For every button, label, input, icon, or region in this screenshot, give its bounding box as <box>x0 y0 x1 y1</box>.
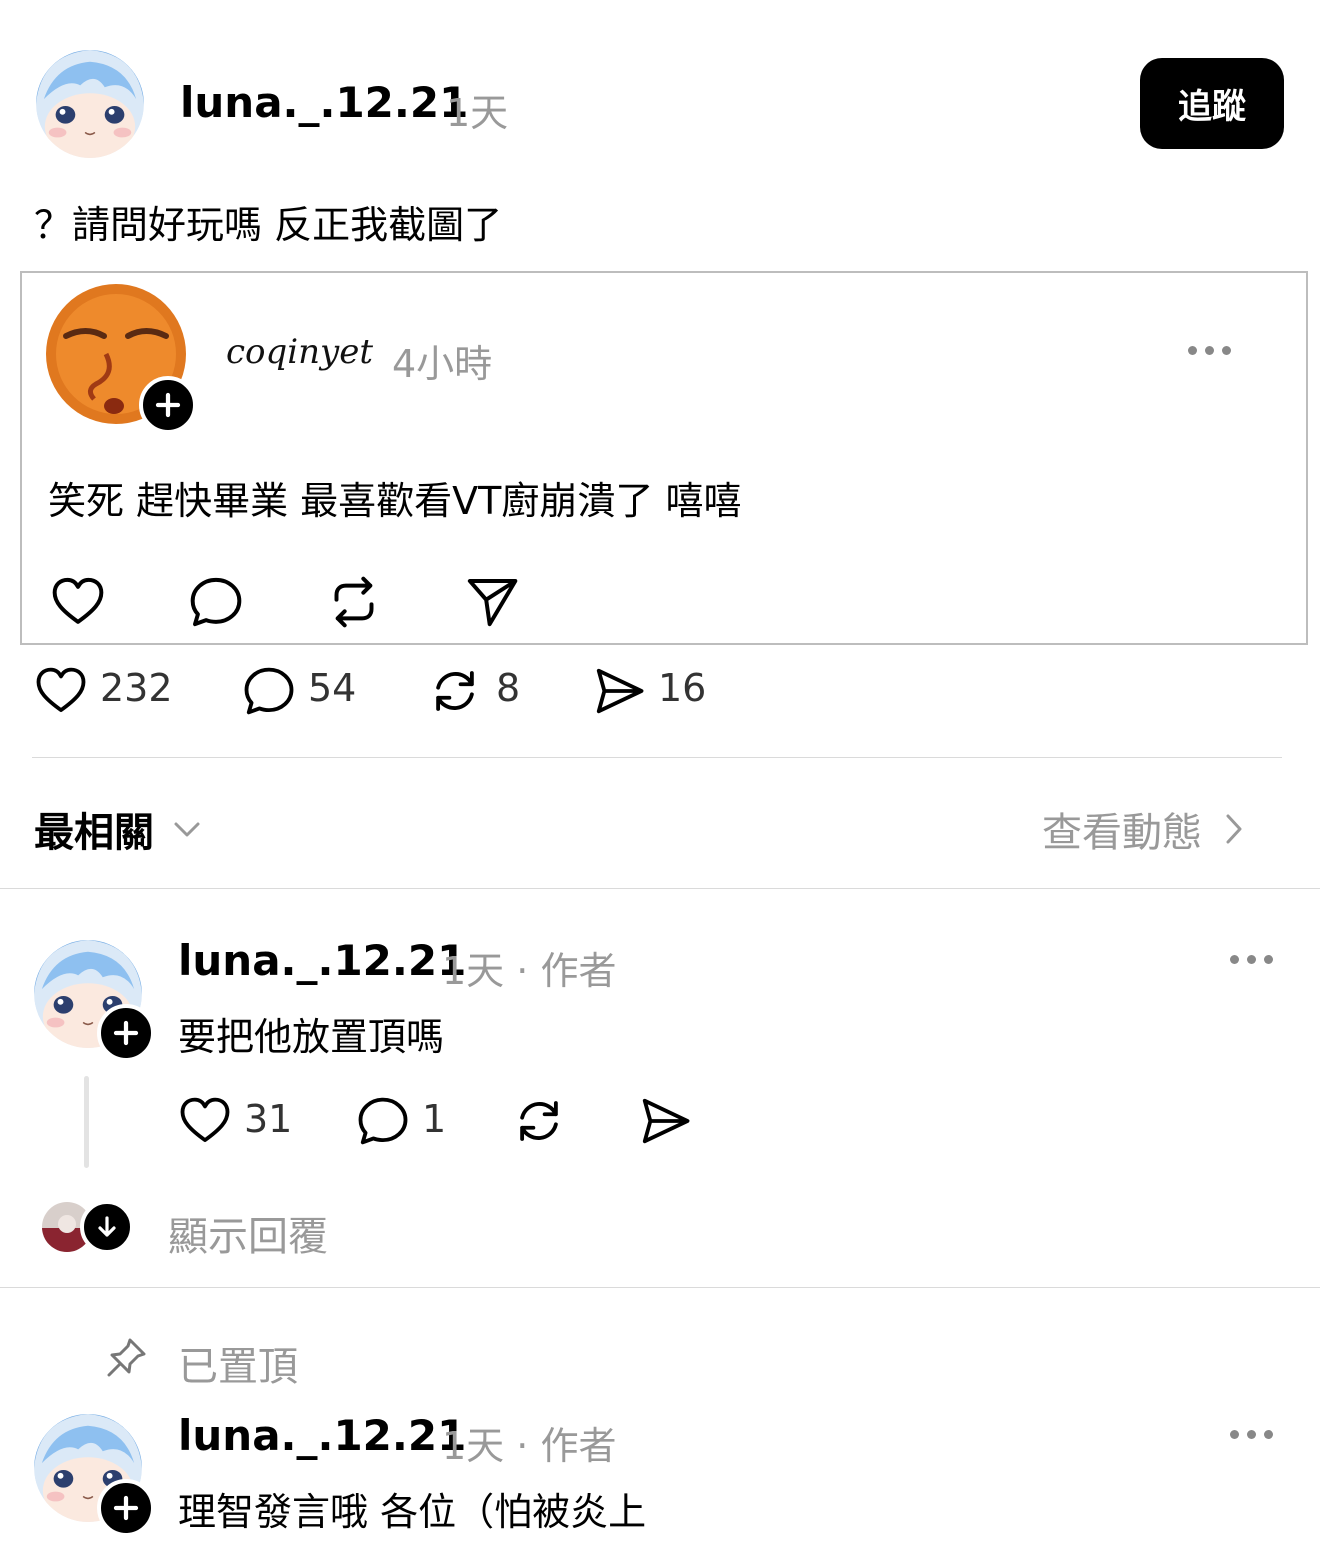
reply-username[interactable]: luna._.12.21 <box>178 1411 466 1460</box>
post-author-username[interactable]: luna._.12.21 <box>180 78 468 127</box>
quoted-post-time: 4小時 <box>392 342 493 386</box>
author-badge: 作者 <box>540 1424 617 1468</box>
repost-icon <box>512 1094 566 1148</box>
reply-follow-plus-icon[interactable] <box>97 1479 155 1537</box>
quoted-more-icon[interactable] <box>1188 346 1231 355</box>
comment-icon <box>242 664 296 718</box>
reply-text: 理智發言哦 各位（怕被炎上 <box>178 1490 647 1534</box>
share-count: 16 <box>658 666 707 710</box>
repost-icon <box>428 664 482 718</box>
post-time: 1天 <box>446 91 509 135</box>
comment-count: 54 <box>308 666 357 710</box>
quoted-heart-icon <box>50 574 106 630</box>
reply-repost-button[interactable] <box>512 1094 566 1148</box>
author-avatar[interactable] <box>36 50 144 158</box>
heart-icon <box>34 664 88 718</box>
like-button[interactable] <box>34 664 88 718</box>
reply-more-icon[interactable] <box>1230 1430 1273 1439</box>
quoted-follow-plus-icon[interactable] <box>139 376 197 434</box>
follow-button[interactable]: 追蹤 <box>1140 58 1284 149</box>
share-button[interactable] <box>592 664 646 718</box>
like-count: 232 <box>100 666 173 710</box>
comment-button[interactable] <box>242 664 296 718</box>
reply-more-icon[interactable] <box>1230 955 1273 964</box>
divider <box>0 1287 1320 1288</box>
show-replies-button[interactable] <box>80 1200 134 1254</box>
post-text: ？請問好玩嗎 反正我截圖了 <box>34 203 503 247</box>
heart-icon <box>178 1094 232 1148</box>
quoted-post-text: 笑死 趕快畢業 最喜歡看VT廚崩潰了 嘻嘻 <box>48 479 742 523</box>
quoted-repost-icon <box>326 574 382 630</box>
comment-icon <box>356 1094 410 1148</box>
repost-button[interactable] <box>428 664 482 718</box>
divider <box>32 757 1282 758</box>
chevron-down-icon <box>174 822 200 837</box>
pin-icon <box>104 1336 148 1384</box>
reply-time: 1天 · 作者 <box>442 1424 617 1468</box>
view-activity-link[interactable]: 查看動態 <box>1042 800 1246 858</box>
send-icon <box>592 664 646 718</box>
reply-like-button[interactable] <box>178 1094 232 1148</box>
thread-line <box>84 1076 89 1168</box>
quoted-author-username[interactable]: coqinyet <box>226 332 373 372</box>
sort-dropdown[interactable]: 最相關 <box>34 800 202 858</box>
reply-follow-plus-icon[interactable] <box>97 1004 155 1062</box>
repost-count: 8 <box>496 666 521 710</box>
reply-comment-button[interactable] <box>356 1094 410 1148</box>
reply-share-button[interactable] <box>638 1094 692 1148</box>
divider <box>0 888 1320 889</box>
reply-username[interactable]: luna._.12.21 <box>178 936 466 985</box>
sort-label: 最相關 <box>34 810 154 856</box>
view-activity-label: 查看動態 <box>1042 810 1202 856</box>
show-replies-label[interactable]: 顯示回覆 <box>168 1204 328 1262</box>
reply-comment-count: 1 <box>422 1097 447 1141</box>
pinned-label: 已置頂 <box>178 1344 298 1390</box>
arrow-down-icon <box>98 1216 116 1237</box>
reply-like-count: 31 <box>244 1097 293 1141</box>
author-badge: 作者 <box>540 949 617 993</box>
quoted-send-icon <box>464 574 520 630</box>
send-icon <box>638 1094 692 1148</box>
reply-text: 要把他放置頂嗎 <box>178 1015 445 1059</box>
chevron-right-icon <box>1226 814 1242 844</box>
reply-time: 1天 · 作者 <box>442 949 617 993</box>
quoted-comment-icon <box>188 574 244 630</box>
